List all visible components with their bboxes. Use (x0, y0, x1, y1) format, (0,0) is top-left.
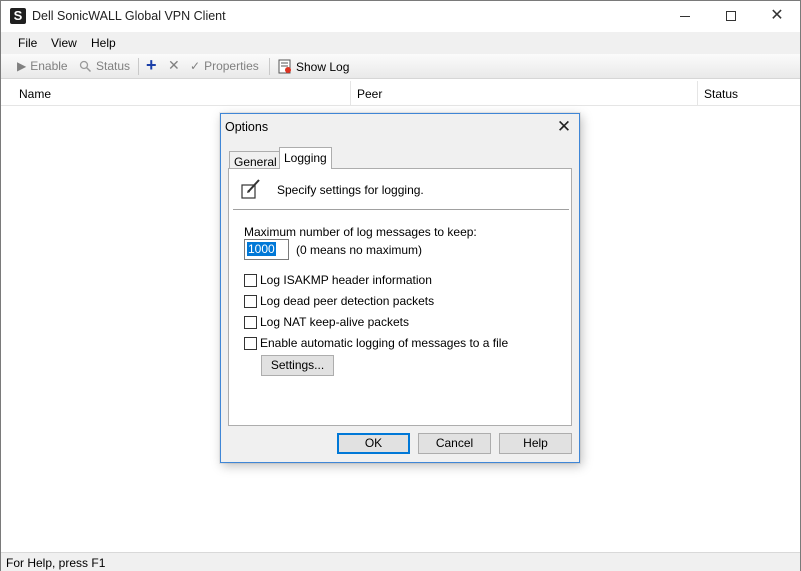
menu-help[interactable]: Help (91, 36, 116, 50)
window-title: Dell SonicWALL Global VPN Client (32, 9, 226, 23)
tab-logging[interactable]: Logging (279, 147, 332, 169)
maximize-button[interactable] (708, 1, 754, 31)
logging-header-text: Specify settings for logging. (277, 183, 424, 197)
show-log-button[interactable]: Show Log (278, 59, 349, 74)
add-plus-icon: + (146, 55, 157, 75)
status-bar: For Help, press F1 (1, 552, 800, 571)
show-log-label: Show Log (296, 59, 350, 74)
checkbox-box[interactable] (244, 294, 257, 308)
play-triangle-icon: ▶ (17, 59, 27, 73)
checkbox-label: Log dead peer detection packets (260, 294, 435, 308)
max-log-messages-value: 1000 (247, 242, 276, 256)
max-log-messages-input[interactable]: 1000 (244, 239, 289, 260)
magnifier-icon (79, 60, 92, 72)
status-button[interactable]: Status (79, 59, 130, 73)
enable-label: Enable (30, 59, 68, 73)
connection-list-header: Name Peer Status (1, 81, 800, 106)
header-divider (233, 209, 569, 210)
tab-general[interactable]: General (229, 151, 282, 169)
checkbox-log-isakmp[interactable]: Log ISAKMP header information (244, 273, 432, 287)
properties-button[interactable]: ✓ Properties (190, 59, 259, 73)
menu-view[interactable]: View (51, 36, 77, 50)
checkbox-box[interactable] (244, 315, 257, 329)
checkbox-log-nat-keepalive[interactable]: Log NAT keep-alive packets (244, 315, 409, 329)
checkbox-label: Log ISAKMP header information (260, 273, 432, 287)
checkbox-box[interactable] (244, 273, 257, 287)
pencil-notepad-icon (241, 179, 260, 199)
close-icon: ✕ (770, 7, 784, 24)
status-bar-text: For Help, press F1 (6, 556, 106, 570)
dialog-close-button[interactable]: ✕ (551, 116, 577, 138)
ok-button[interactable]: OK (337, 433, 410, 454)
enable-button[interactable]: ▶ Enable (17, 59, 68, 73)
column-header-name[interactable]: Name (19, 87, 51, 101)
column-header-peer[interactable]: Peer (357, 87, 382, 101)
checkbox-box[interactable] (244, 336, 257, 350)
delete-button[interactable]: ✕ (168, 57, 180, 74)
menu-file[interactable]: File (18, 36, 37, 50)
max-log-messages-hint: (0 means no maximum) (296, 243, 423, 257)
options-dialog: Options ✕ General Logging Specify settin… (220, 113, 580, 463)
toolbar-separator (138, 58, 139, 75)
close-button[interactable]: ✕ (754, 1, 800, 31)
toolbar: ▶ Enable Status + ✕ ✓ Properties Show Lo… (1, 54, 800, 79)
column-divider[interactable] (697, 81, 698, 106)
properties-label: Properties (204, 59, 259, 73)
column-header-status[interactable]: Status (704, 87, 738, 101)
status-label: Status (96, 59, 131, 73)
dialog-title: Options (225, 120, 269, 134)
delete-x-icon: ✕ (168, 57, 180, 73)
toolbar-separator (269, 58, 270, 75)
logging-tab-panel: Specify settings for logging. Maximum nu… (228, 168, 572, 426)
column-divider[interactable] (350, 81, 351, 106)
title-bar[interactable]: S Dell SonicWALL Global VPN Client ✕ (1, 1, 800, 31)
add-button[interactable]: + (146, 55, 157, 76)
menu-bar: File View Help (1, 32, 800, 54)
max-log-messages-label: Maximum number of log messages to keep: (244, 225, 477, 239)
checkbox-label: Enable automatic logging of messages to … (260, 336, 509, 350)
close-icon: ✕ (556, 117, 572, 136)
help-button[interactable]: Help (499, 433, 572, 454)
maximize-icon (726, 11, 736, 21)
checkbox-auto-logging-file[interactable]: Enable automatic logging of messages to … (244, 336, 508, 350)
checkbox-label: Log NAT keep-alive packets (260, 315, 409, 329)
checkbox-log-dead-peer[interactable]: Log dead peer detection packets (244, 294, 434, 308)
checkmark-icon: ✓ (190, 59, 201, 73)
minimize-button[interactable] (662, 1, 708, 31)
minimize-icon (680, 15, 690, 17)
settings-button[interactable]: Settings... (261, 355, 334, 376)
sonicwall-app-icon: S (10, 8, 26, 24)
cancel-button[interactable]: Cancel (418, 433, 491, 454)
log-document-icon (278, 59, 291, 74)
